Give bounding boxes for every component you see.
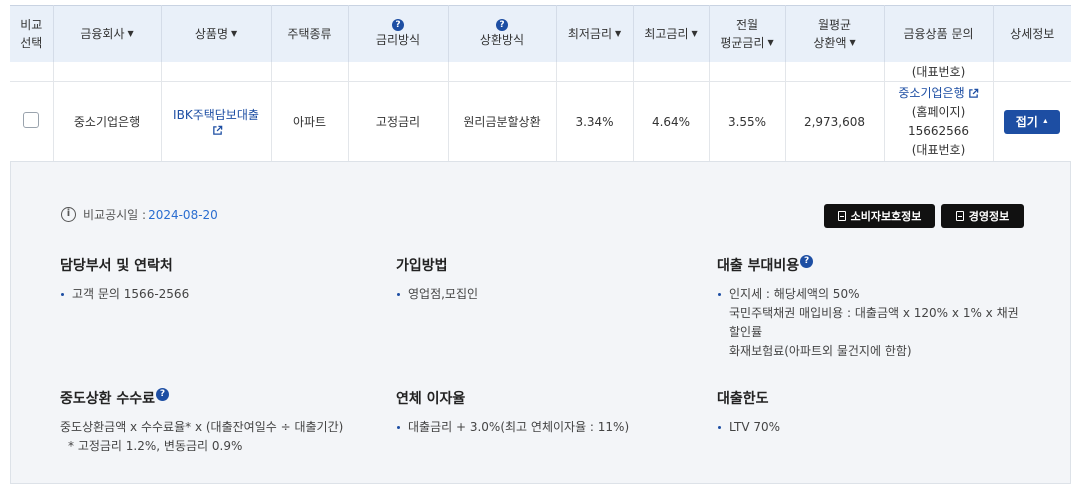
product-cell[interactable]: IBK주택담보대출 <box>161 81 272 162</box>
loan-comparison-table: 비교 선택 금융회사 ▼ 상품명 ▼ 주택종류 ? 금리방식 ? 상환방식 최저금리 ▼ 최… <box>10 5 1071 162</box>
col-max-rate[interactable]: 최고금리 ▼ <box>633 5 710 62</box>
section-title: 대출한도 <box>717 391 769 407</box>
section-title: 대출 부대비용? <box>717 255 1037 275</box>
detail-cell: 접기 ▲ <box>993 81 1071 162</box>
col-compare-select: 비교 선택 <box>10 5 54 62</box>
table-row: 중소기업은행 IBK주택담보대출 아파트 고정금리 원리금분할상환 3.34% … <box>10 81 1071 162</box>
section-join: 가입방법 영업점,모집인 <box>396 255 676 304</box>
consumer-protection-button[interactable]: 소비자보호정보 <box>824 204 935 228</box>
list-item: 대출금리 + 3.0%(최고 연체이자율 : 11%) <box>396 418 696 437</box>
table-header: 비교 선택 금융회사 ▼ 상품명 ▼ 주택종류 ? 금리방식 ? 상환방식 최저금리 ▼ 최… <box>10 5 1071 62</box>
monthly-payment-cell: 2,973,608 <box>785 81 885 162</box>
prev-contact-tail: (대표번호) <box>884 61 994 82</box>
section-title: 가입방법 <box>396 258 448 274</box>
repay-type-cell: 원리금분할상환 <box>448 81 557 162</box>
section-prepay-fee: 중도상환 수수료? 중도상환금액 x 수수료율* x (대출잔여일수 ÷ 대출기… <box>60 388 380 456</box>
section-limit: 대출한도 LTV 70% <box>717 388 1017 437</box>
help-icon[interactable]: ? <box>156 388 170 401</box>
table-row-prev: (대표번호) <box>10 61 1071 82</box>
detail-panel: i 비교공시일 : 2024-08-20 소비자보호정보 경영정보 담당부서 및… <box>10 162 1071 484</box>
document-icon <box>837 211 846 221</box>
homepage-label: (홈페이지) <box>911 104 966 119</box>
col-rate-type: ? 금리방식 <box>348 5 449 62</box>
section-cost: 대출 부대비용? 인지세 : 해당세액의 50% 국민주택채권 매입비용 : 대… <box>717 255 1037 361</box>
management-info-button[interactable]: 경영정보 <box>941 204 1024 228</box>
homepage-link[interactable]: 중소기업은행 <box>898 86 964 100</box>
list-item: LTV 70% <box>717 418 1017 437</box>
list-item: 인지세 : 해당세액의 50% 국민주택채권 매입비용 : 대출금액 x 120… <box>717 285 1037 361</box>
chevron-up-icon: ▲ <box>1041 118 1049 125</box>
section-overdue: 연체 이자율 대출금리 + 3.0%(최고 연체이자율 : 11%) <box>396 388 696 437</box>
inquiry-cell: 중소기업은행 (홈페이지) 15662566 (대표번호) <box>884 81 994 162</box>
fold-button[interactable]: 접기 ▲ <box>1004 109 1061 134</box>
help-icon[interactable]: ? <box>496 18 508 31</box>
sort-down-icon[interactable]: ▼ <box>128 29 134 38</box>
col-avg-rate[interactable]: 전월 평균금리 ▼ <box>709 5 786 62</box>
col-company[interactable]: 금융회사 ▼ <box>53 5 162 62</box>
sort-down-icon[interactable]: ▼ <box>768 38 774 47</box>
external-link-icon[interactable] <box>212 125 223 136</box>
list-item: 고객 문의 1566-2566 <box>60 285 360 304</box>
sort-down-icon[interactable]: ▼ <box>231 29 237 38</box>
sort-down-icon[interactable]: ▼ <box>692 29 698 38</box>
col-product[interactable]: 상품명 ▼ <box>161 5 272 62</box>
disclosure-date-row: i 비교공시일 : 2024-08-20 <box>61 206 218 223</box>
col-monthly-payment[interactable]: 월평균 상환액 ▼ <box>785 5 885 62</box>
col-inquiry: 금융상품 문의 <box>884 5 994 62</box>
phone-label: (대표번호) <box>911 142 966 157</box>
rate-type-cell: 고정금리 <box>348 81 449 162</box>
disclosure-date: 2024-08-20 <box>148 207 218 222</box>
house-type-cell: 아파트 <box>271 81 349 162</box>
company-cell: 중소기업은행 <box>53 81 162 162</box>
sort-down-icon[interactable]: ▼ <box>849 38 855 47</box>
info-icon: i <box>61 207 76 222</box>
external-link-icon[interactable] <box>968 88 979 99</box>
min-rate-cell: 3.34% <box>556 81 634 162</box>
col-repay-type: ? 상환방식 <box>448 5 557 62</box>
section-title: 중도상환 수수료? <box>60 388 380 408</box>
phone-number: 15662566 <box>907 123 970 138</box>
help-icon[interactable]: ? <box>800 255 814 268</box>
sort-down-icon[interactable]: ▼ <box>615 29 621 38</box>
col-house-type: 주택종류 <box>271 5 349 62</box>
document-icon <box>955 211 964 221</box>
col-detail: 상세정보 <box>993 5 1071 62</box>
max-rate-cell: 4.64% <box>633 81 710 162</box>
list-item: 영업점,모집인 <box>396 285 676 304</box>
help-icon[interactable]: ? <box>392 18 404 31</box>
section-title: 담당부서 및 연락처 <box>60 258 173 274</box>
compare-checkbox[interactable] <box>23 112 40 128</box>
avg-rate-cell: 3.55% <box>709 81 786 162</box>
col-min-rate[interactable]: 최저금리 ▼ <box>556 5 634 62</box>
section-title: 연체 이자율 <box>396 391 466 407</box>
section-dept: 담당부서 및 연락처 고객 문의 1566-2566 <box>60 255 360 304</box>
product-link[interactable]: IBK주택담보대출 <box>173 108 259 122</box>
